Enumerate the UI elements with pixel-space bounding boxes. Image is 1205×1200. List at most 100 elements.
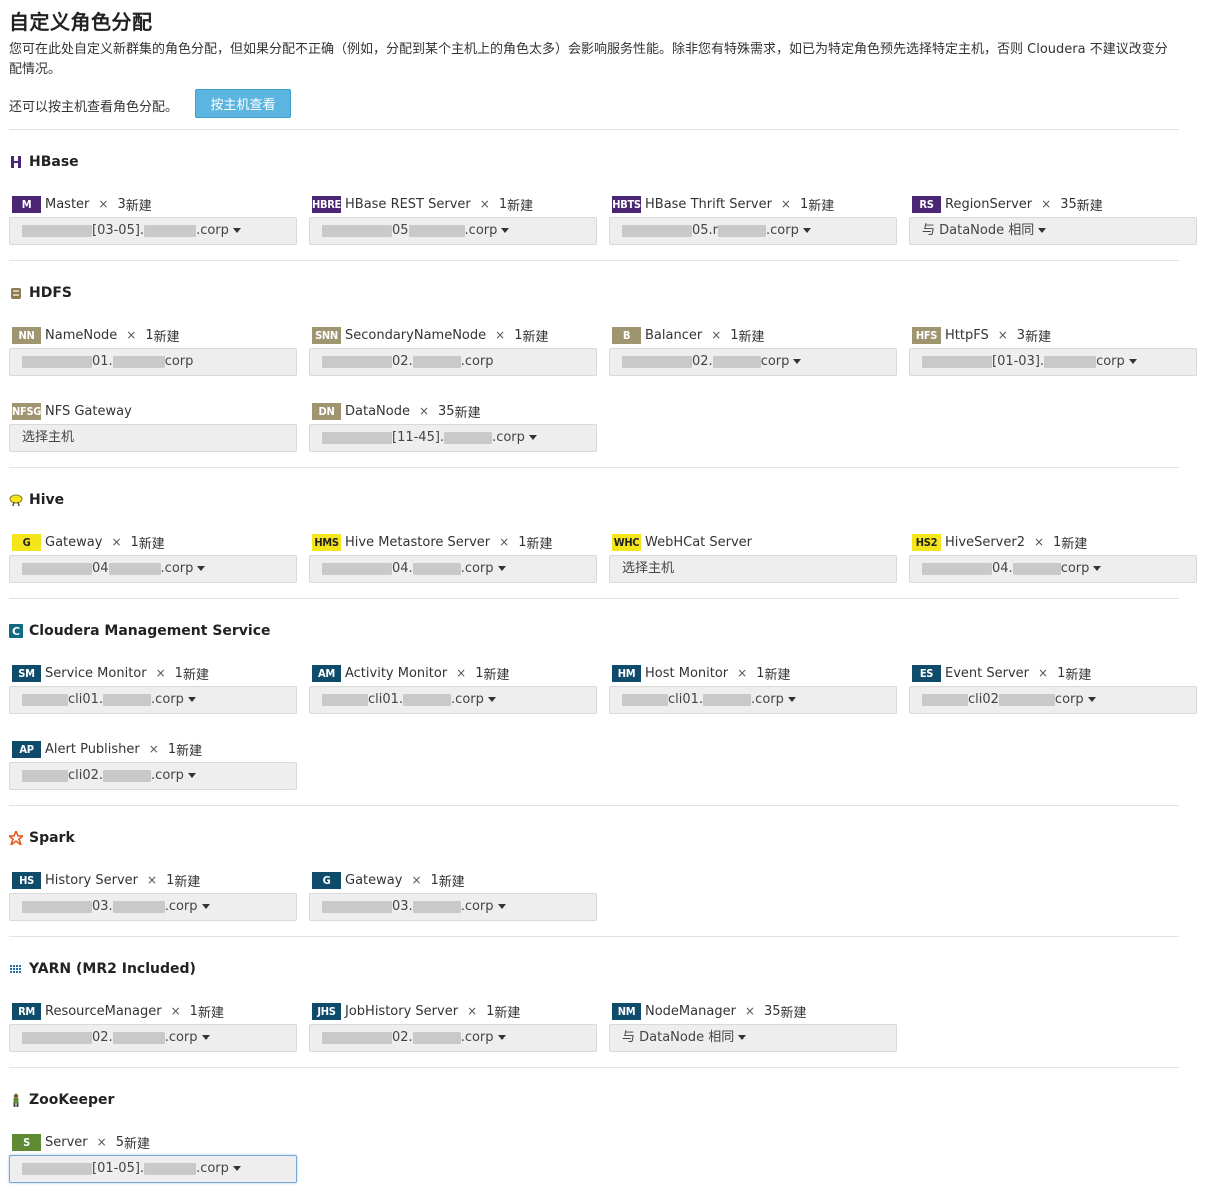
host-select[interactable]: 02. .corp — [309, 1024, 597, 1052]
role-badge: DN — [312, 402, 341, 420]
host-select[interactable]: cli01. .corp — [609, 686, 897, 714]
role-badge: HFS — [912, 326, 941, 344]
host-text: 与 DataNode 相同 — [622, 1030, 735, 1045]
remove-icon[interactable]: × — [781, 197, 791, 211]
spark-icon — [6, 828, 26, 848]
host-select[interactable]: [01-03]. corp — [909, 348, 1197, 376]
redacted-host — [412, 900, 461, 913]
role-badge: HMS — [312, 533, 341, 551]
remove-icon[interactable]: × — [411, 873, 421, 887]
svg-text:C: C — [12, 625, 20, 638]
role-name: HBase REST Server — [345, 196, 471, 212]
role-zookeeper-server: S Server × 5 新建 [01-05]. .corp — [9, 1132, 299, 1183]
host-text: cli02. — [68, 768, 104, 783]
role-name: History Server — [45, 872, 139, 888]
host-select[interactable]: cli02 corp — [909, 686, 1197, 714]
remove-icon[interactable]: × — [111, 535, 121, 549]
host-select[interactable]: 05.r .corp — [609, 217, 897, 245]
role-count: 1 — [475, 665, 484, 681]
chevron-down-icon — [787, 697, 796, 702]
role-count: 1 — [167, 741, 177, 757]
role-count: 5 — [115, 1134, 124, 1150]
redacted-host — [622, 355, 692, 368]
role-badge: RS — [912, 195, 941, 213]
role-name: HttpFS — [945, 327, 989, 343]
host-select[interactable]: cli01. .corp — [9, 686, 297, 714]
host-select[interactable]: 选择主机 — [9, 424, 297, 452]
role-new-label: 新建 — [1061, 536, 1088, 552]
redacted-host — [703, 693, 752, 706]
service-title-hbase: HBase — [9, 152, 79, 172]
redacted-host — [922, 693, 968, 706]
role-new-label: 新建 — [138, 536, 165, 552]
remove-icon[interactable]: × — [745, 1004, 755, 1018]
remove-icon[interactable]: × — [98, 197, 108, 211]
role-new-label: 新建 — [738, 329, 765, 345]
host-select[interactable]: [03-05]. .corp — [9, 217, 297, 245]
host-suffix: .corp — [151, 768, 184, 783]
role-count: 1 — [189, 1003, 198, 1019]
redacted-host — [22, 355, 92, 368]
redacted-host — [144, 224, 197, 237]
host-select[interactable]: 03. .corp — [9, 893, 297, 921]
host-text: cli02 — [968, 692, 999, 707]
host-select[interactable]: [01-05]. .corp — [9, 1155, 297, 1183]
remove-icon[interactable]: × — [149, 742, 159, 756]
role-new-label: 新建 — [764, 667, 791, 683]
remove-icon[interactable]: × — [171, 1004, 181, 1018]
host-select[interactable]: 01. corp — [9, 348, 297, 376]
remove-icon[interactable]: × — [147, 873, 157, 887]
host-select[interactable]: 04. .corp — [309, 555, 597, 583]
role-name: NFS Gateway — [45, 403, 132, 419]
role-name: Gateway — [45, 534, 103, 550]
remove-icon[interactable]: × — [456, 666, 466, 680]
remove-icon[interactable]: × — [1034, 535, 1044, 549]
host-select[interactable]: 04.corp — [9, 555, 297, 583]
host-text: [01-05]. — [92, 1161, 145, 1176]
host-select[interactable]: 与 DataNode 相同 — [609, 1024, 897, 1052]
remove-icon[interactable]: × — [1038, 666, 1048, 680]
redacted-host — [22, 224, 92, 237]
chevron-down-icon — [497, 566, 506, 571]
view-by-host-text: 还可以按主机查看角色分配。 — [9, 100, 179, 115]
remove-icon[interactable]: × — [998, 328, 1008, 342]
remove-icon[interactable]: × — [156, 666, 166, 680]
remove-icon[interactable]: × — [126, 328, 136, 342]
host-select[interactable]: 05 .corp — [309, 217, 597, 245]
chevron-down-icon — [187, 697, 196, 702]
host-select[interactable]: 与 DataNode 相同 — [909, 217, 1197, 245]
role-hdfs-datanode: DN DataNode × 35 新建 [11-45]. .corp — [309, 401, 599, 452]
remove-icon[interactable]: × — [711, 328, 721, 342]
host-select[interactable]: cli02. .corp — [9, 762, 297, 790]
service-name: Cloudera Management Service — [29, 623, 271, 639]
host-select[interactable]: 04.corp — [909, 555, 1197, 583]
chevron-down-icon — [793, 359, 802, 364]
view-by-host-button[interactable]: 按主机查看 — [195, 89, 291, 118]
remove-icon[interactable]: × — [1041, 197, 1051, 211]
host-select[interactable]: 03. .corp — [309, 893, 597, 921]
chevron-down-icon — [197, 566, 206, 571]
cloudera-icon: C — [9, 624, 23, 638]
host-select[interactable]: [11-45]. .corp — [309, 424, 597, 452]
host-text: 02. — [392, 354, 413, 369]
role-new-label: 新建 — [153, 329, 180, 345]
redacted-host — [322, 224, 392, 237]
host-select[interactable]: 02. corp — [609, 348, 897, 376]
remove-icon[interactable]: × — [495, 328, 505, 342]
host-select[interactable]: 02. .corp — [309, 348, 597, 376]
remove-icon[interactable]: × — [480, 197, 490, 211]
chevron-down-icon — [201, 904, 210, 909]
remove-icon[interactable]: × — [737, 666, 747, 680]
host-select[interactable]: 选择主机 — [609, 555, 897, 583]
role-new-label: 新建 — [1076, 198, 1103, 214]
host-select[interactable]: 02. .corp — [9, 1024, 297, 1052]
redacted-host — [22, 1031, 92, 1044]
remove-icon[interactable]: × — [419, 404, 429, 418]
remove-icon[interactable]: × — [97, 1135, 107, 1149]
service-name: ZooKeeper — [29, 1092, 115, 1108]
role-badge: NM — [612, 1002, 641, 1020]
remove-icon[interactable]: × — [467, 1004, 477, 1018]
remove-icon[interactable]: × — [499, 535, 509, 549]
host-text: 选择主机 — [622, 561, 675, 576]
host-select[interactable]: cli01. .corp — [309, 686, 597, 714]
